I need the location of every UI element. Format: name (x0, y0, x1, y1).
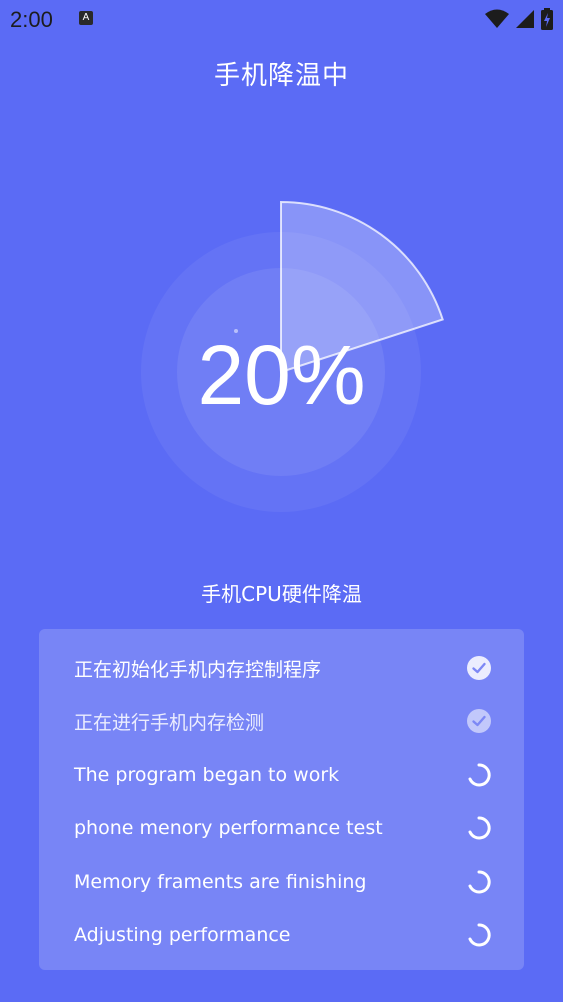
battery-charging-icon (541, 8, 553, 30)
spinner-icon (468, 763, 491, 787)
task-row: phone menory performance test (74, 808, 492, 848)
task-subtitle: 手机CPU硬件降温 (201, 582, 362, 606)
task-label: 正在初始化手机内存控制程序 (74, 658, 322, 681)
check-circle-icon (467, 709, 491, 733)
task-row: Adjusting performance (74, 915, 492, 955)
wifi-icon (485, 9, 509, 28)
progress-percent: 20% (197, 328, 366, 422)
spinner-icon (468, 870, 491, 894)
task-list-card: 正在初始化手机内存控制程序 正在进行手机内存检测 The program beg… (39, 629, 524, 970)
status-time: 2:00 (10, 7, 53, 32)
task-row: The program began to work (74, 755, 492, 795)
spinner-icon (468, 923, 491, 947)
task-row: Memory framents are finishing (74, 862, 492, 902)
signal-icon (516, 10, 534, 28)
check-circle-icon (467, 656, 491, 680)
task-row: 正在进行手机内存检测 (74, 701, 492, 741)
task-label: The program began to work (74, 764, 340, 786)
task-label: phone menory performance test (74, 817, 383, 839)
task-row: 正在初始化手机内存控制程序 (74, 648, 492, 688)
task-label: Memory framents are finishing (74, 871, 367, 893)
notification-a-icon: A (79, 11, 93, 25)
task-label: 正在进行手机内存检测 (74, 711, 265, 734)
spinner-icon (468, 816, 491, 840)
task-label: Adjusting performance (74, 924, 291, 946)
page-title: 手机降温中 (213, 61, 349, 91)
status-bar: 2:00 A (0, 0, 563, 40)
